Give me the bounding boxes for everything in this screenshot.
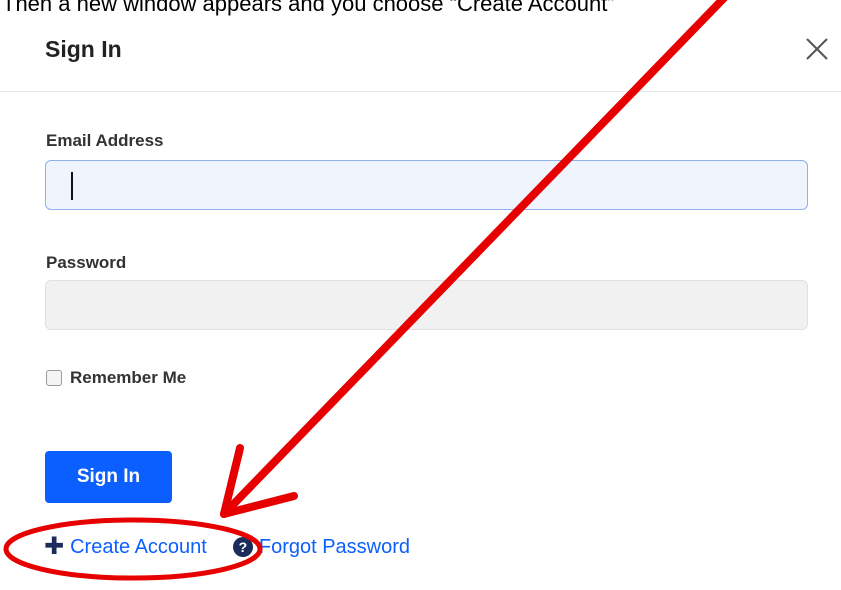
email-field[interactable]	[45, 160, 808, 210]
email-label: Email Address	[46, 131, 164, 150]
create-account-label: Create Account	[70, 535, 207, 558]
annotation-arrowhead-bottom	[220, 492, 298, 518]
close-icon	[806, 38, 828, 60]
close-button[interactable]	[802, 34, 832, 64]
create-account-link[interactable]: ✚ Create Account	[44, 535, 207, 559]
question-circle-icon: ?	[232, 537, 253, 557]
modal-title: Sign In	[45, 36, 122, 62]
modal-header: Sign In	[0, 0, 841, 92]
text-caret	[71, 172, 73, 200]
sign-in-button[interactable]: Sign In	[45, 451, 172, 503]
remember-me-toggle[interactable]: Remember Me	[46, 368, 186, 388]
remember-me-checkbox[interactable]	[46, 370, 62, 386]
forgot-password-link[interactable]: ? Forgot Password	[207, 536, 410, 559]
remember-me-label: Remember Me	[70, 368, 187, 387]
annotation-arrowhead-left	[220, 444, 244, 518]
password-label: Password	[46, 253, 127, 272]
plus-icon: ✚	[44, 533, 65, 560]
password-field[interactable]	[45, 280, 808, 330]
account-links: ✚ Create Account ? Forgot Password	[44, 535, 410, 559]
forgot-password-label: Forgot Password	[258, 535, 411, 558]
